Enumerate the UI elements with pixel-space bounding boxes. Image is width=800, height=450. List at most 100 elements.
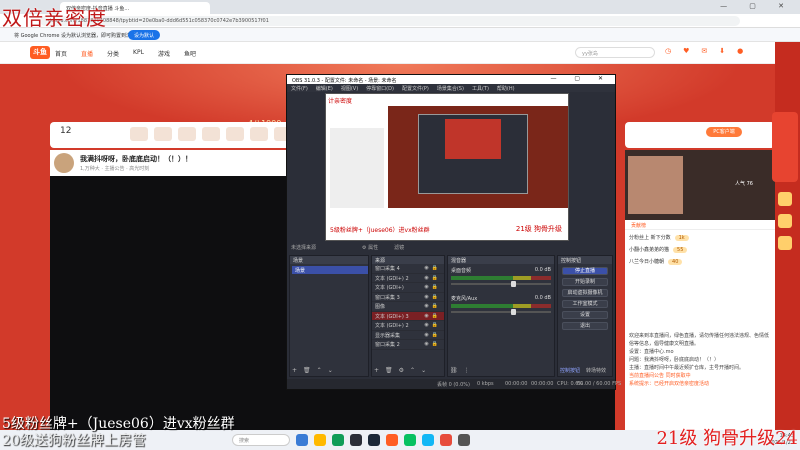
gift-item[interactable]: [226, 127, 244, 141]
gear-icon[interactable]: ⚙: [399, 367, 404, 374]
obs-icon[interactable]: [350, 434, 362, 446]
nav-item-yuba[interactable]: 鱼吧: [184, 49, 196, 58]
gift-item[interactable]: [154, 127, 172, 141]
source-item[interactable]: 文本 (GDI+) ◉🔒: [372, 283, 444, 293]
task-icon[interactable]: [778, 192, 792, 206]
visibility-lock-icons[interactable]: ◉🔒: [424, 265, 441, 271]
gift-item[interactable]: [130, 127, 148, 141]
chrome-icon[interactable]: [332, 434, 344, 446]
rank-row[interactable]: 小翻小鑫弟弟的猫 55: [629, 246, 771, 256]
promo-widget[interactable]: [772, 112, 798, 182]
nav-item-kpl[interactable]: KPL: [133, 49, 144, 58]
tab-controls[interactable]: 控制按钮: [560, 367, 580, 374]
scene-item[interactable]: 场景: [292, 266, 368, 274]
up-icon[interactable]: ⌃: [410, 367, 415, 374]
terminal-icon[interactable]: [458, 434, 470, 446]
netease-icon[interactable]: [440, 434, 452, 446]
down-icon[interactable]: ⌄: [421, 367, 426, 374]
douyu-logo[interactable]: 斗鱼: [30, 46, 50, 59]
tab-transitions[interactable]: 转场特效: [586, 367, 606, 374]
menu-help[interactable]: 帮助(H): [497, 85, 515, 92]
source-item[interactable]: 显示器采集 ◉🔒: [372, 331, 444, 340]
source-item[interactable]: 窗口采集 4 ◉🔒: [372, 264, 444, 274]
taskbar-search[interactable]: 搜索: [232, 434, 290, 446]
visibility-lock-icons[interactable]: ◉🔒: [424, 294, 441, 300]
douyu-icon[interactable]: [386, 434, 398, 446]
rank-row[interactable]: 八兰今日小糖朝 40: [629, 258, 771, 268]
rank-tab[interactable]: 贡献榜: [625, 220, 775, 230]
menu-edit[interactable]: 编辑(E): [316, 85, 333, 92]
delete-icon[interactable]: 🗑: [303, 367, 311, 374]
visibility-lock-icons[interactable]: ◉🔒: [424, 303, 441, 309]
gift-icon[interactable]: [778, 214, 792, 228]
infobar-message: 将 Google Chrome 设为默认浏览器，即可购置到浏览页面: [14, 33, 147, 39]
visibility-lock-icons[interactable]: ◉🔒: [424, 332, 441, 338]
explorer-icon[interactable]: [314, 434, 326, 446]
follow-icon[interactable]: ♥: [683, 47, 689, 55]
download-icon[interactable]: ⬇: [719, 47, 725, 55]
qq-icon[interactable]: [422, 434, 434, 446]
window-controls[interactable]: — ▢ ✕: [720, 2, 794, 10]
gift-item[interactable]: [202, 127, 220, 141]
pc-client-button[interactable]: PC客户端: [706, 127, 742, 137]
history-icon[interactable]: ◷: [665, 47, 671, 55]
stop-streaming-button[interactable]: 停止直播: [562, 267, 608, 275]
share-icon[interactable]: [778, 236, 792, 250]
volume-slider[interactable]: [451, 281, 551, 287]
gift-item[interactable]: [250, 127, 268, 141]
volume-slider[interactable]: [451, 309, 551, 315]
wechat-icon[interactable]: [404, 434, 416, 446]
visibility-lock-icons[interactable]: ◉🔒: [424, 284, 441, 290]
steam-icon[interactable]: [368, 434, 380, 446]
settings-button[interactable]: 设置: [562, 311, 608, 319]
link-icon[interactable]: ⛓: [450, 367, 458, 374]
nav-item-category[interactable]: 分类: [107, 49, 119, 58]
menu-view[interactable]: 视图(V): [341, 85, 358, 92]
site-search-input[interactable]: yy张岛: [575, 47, 655, 58]
source-item[interactable]: 窗口采集 3 ◉🔒: [372, 293, 444, 302]
set-default-button[interactable]: 设为默认: [128, 30, 161, 40]
nav-item-live[interactable]: 直播: [81, 49, 93, 58]
more-icon[interactable]: ⋮: [464, 367, 470, 374]
add-icon[interactable]: +: [374, 367, 379, 374]
filters-button[interactable]: 滤镜: [394, 244, 404, 251]
exit-button[interactable]: 退出: [562, 322, 608, 330]
menu-profile[interactable]: 配置文件(P): [402, 85, 429, 92]
delete-icon[interactable]: 🗑: [385, 367, 393, 374]
menu-tools[interactable]: 工具(T): [472, 85, 489, 92]
chat-line: 系统提示：已经开启双倍亲密度活动: [629, 381, 710, 387]
visibility-lock-icons[interactable]: ◉🔒: [424, 341, 441, 347]
properties-button[interactable]: ⚙ 属性: [362, 244, 378, 251]
message-icon[interactable]: ✉: [701, 47, 707, 55]
source-item-selected[interactable]: 文本 (GDI+) 3 ◉🔒: [372, 311, 444, 321]
menu-docks[interactable]: 停靠窗口(D): [366, 85, 394, 92]
user-icon[interactable]: ●: [737, 47, 743, 55]
mini-video[interactable]: 人气 76: [625, 150, 775, 220]
menu-file[interactable]: 文件(F): [291, 85, 308, 92]
room-subtitle: 1,万种大 · 主播公告 · 高光时刻: [80, 166, 150, 172]
virtual-camera-button[interactable]: 启动虚拟摄像机: [562, 289, 608, 297]
source-item[interactable]: 文本 (GDI+) 2 ◉🔒: [372, 274, 444, 283]
add-icon[interactable]: +: [292, 367, 297, 374]
visibility-lock-icons[interactable]: ◉🔒: [424, 322, 441, 328]
up-icon[interactable]: ⌃: [317, 367, 322, 374]
visibility-lock-icons[interactable]: ◉🔒: [424, 275, 441, 281]
nav-item-home[interactable]: 首页: [55, 49, 67, 58]
source-item[interactable]: 文本 (GDI+) 2 ◉🔒: [372, 321, 444, 331]
studio-mode-button[interactable]: 工作室模式: [562, 300, 608, 308]
down-icon[interactable]: ⌄: [328, 367, 333, 374]
obs-window-controls[interactable]: — ▢ ✕: [550, 75, 611, 82]
start-recording-button[interactable]: 开始录制: [562, 278, 608, 286]
nav-item-games[interactable]: 游戏: [158, 49, 170, 58]
start-icon[interactable]: [296, 434, 308, 446]
source-item[interactable]: 图像 ◉🔒: [372, 302, 444, 312]
address-bar[interactable]: douyu.com/1881839408848/tpybtid=20e0ba0-…: [40, 16, 740, 26]
obs-preview[interactable]: 计亲密度 5级粉丝牌+（Juese06）进vx粉丝群 21级 狗骨升级: [325, 93, 569, 241]
visibility-lock-icons[interactable]: ◉🔒: [424, 313, 441, 319]
avatar[interactable]: [54, 153, 74, 173]
menu-scene-collection[interactable]: 场景集合(S): [437, 85, 464, 92]
rank-row[interactable]: 分粉丝上 新下分数 1k: [629, 234, 771, 244]
gift-item[interactable]: [178, 127, 196, 141]
source-item[interactable]: 窗口采集 2 ◉🔒: [372, 340, 444, 350]
volume-meter: [451, 304, 551, 308]
